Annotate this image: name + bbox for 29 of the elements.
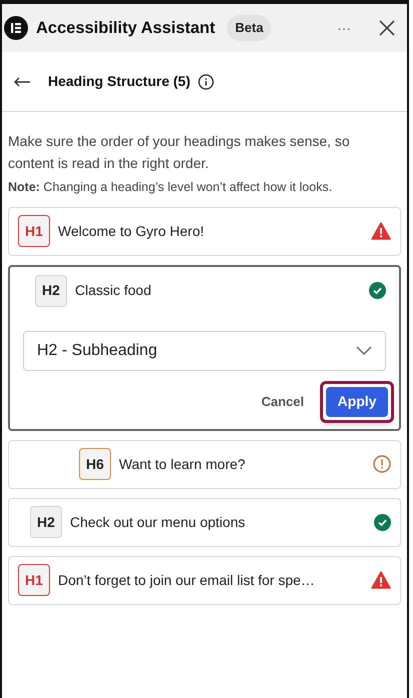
- heading-card[interactable]: H2 Check out our menu options: [8, 498, 401, 547]
- heading-level-tag: H1: [18, 215, 50, 248]
- panel-title: Accessibility Assistant: [36, 18, 216, 39]
- back-arrow-icon[interactable]: [14, 76, 30, 86]
- heading-text: Check out our menu options: [70, 512, 246, 532]
- level-select[interactable]: H2 - Subheading: [23, 330, 386, 371]
- logo-icon: [4, 16, 28, 40]
- heading-level-tag: H2: [35, 274, 67, 307]
- heading-card[interactable]: H1 Welcome to Gyro Hero!: [8, 206, 401, 256]
- apply-button[interactable]: Apply: [326, 386, 388, 417]
- more-button[interactable]: ···: [329, 18, 359, 38]
- heading-card[interactable]: H1 Don’t forget to join our email list for spe…: [8, 556, 401, 605]
- heading-level-tag: H6: [79, 448, 111, 480]
- heading-text: Classic food: [75, 281, 152, 300]
- heading-level-tag: H2: [30, 506, 62, 538]
- beta-badge: Beta: [227, 15, 272, 41]
- heading-level-tag: H1: [18, 564, 50, 596]
- heading-card[interactable]: H6 Want to learn more?: [8, 440, 401, 489]
- heading-text: Want to learn more?: [119, 454, 246, 474]
- heading-text: Don’t forget to join our email list for spe…: [58, 570, 316, 590]
- cancel-button[interactable]: Cancel: [257, 392, 308, 412]
- heading-text: Welcome to Gyro Hero!: [58, 222, 206, 241]
- close-icon[interactable]: [379, 20, 395, 36]
- intro-text: Make sure the order of your headings makes sense, so content is read in the right order.: [7, 132, 351, 173]
- note-text: Note: Changing a heading’s level won’t affect how it looks.: [7, 179, 334, 196]
- info-icon[interactable]: [198, 74, 214, 90]
- section-title: Heading Structure (5): [48, 72, 190, 91]
- chevron-down-icon: [356, 346, 372, 356]
- heading-card[interactable]: H2 Classic food H2 - Subheading Cancel Apply: [8, 264, 401, 431]
